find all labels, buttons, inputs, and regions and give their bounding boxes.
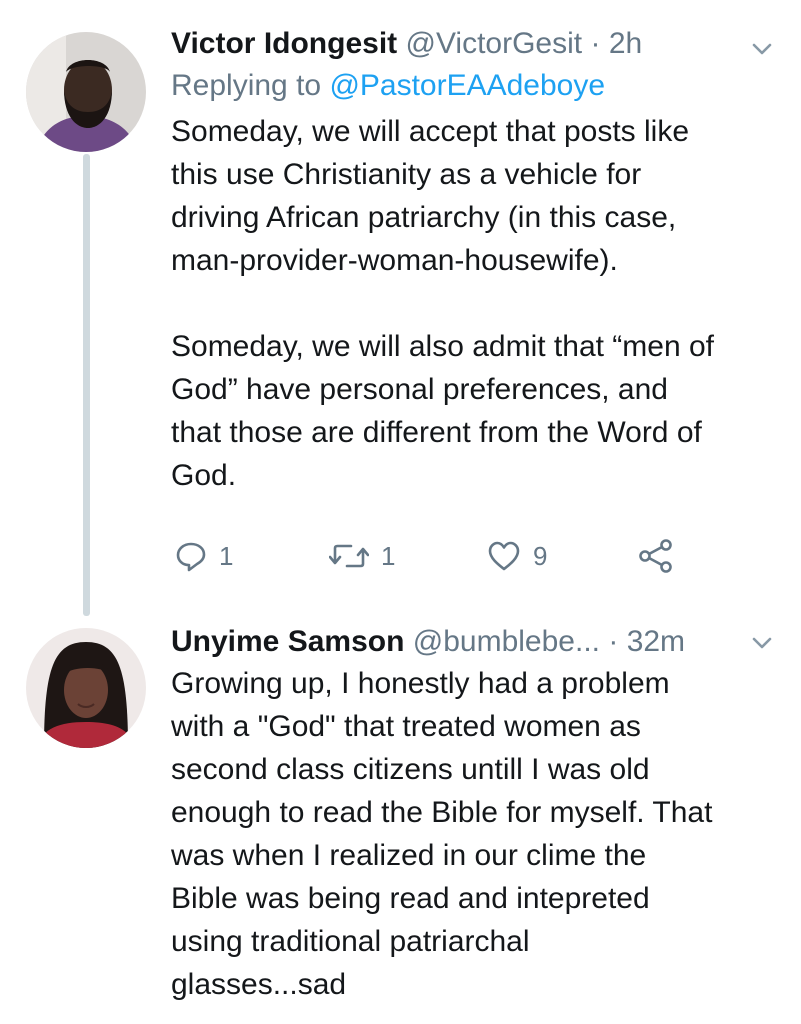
tweet-header: Victor Idongesit @VictorGesit · 2h — [171, 26, 791, 62]
separator-dot: · — [608, 625, 619, 658]
tweet[interactable]: Victor Idongesit @VictorGesit · 2h Reply… — [0, 0, 801, 620]
tweet-text: Someday, we will accept that posts like … — [171, 115, 715, 492]
chevron-down-icon[interactable] — [751, 632, 773, 654]
user-handle[interactable]: @VictorGesit — [406, 27, 583, 60]
tweet-header: Unyime Samson @bumblebe... · 32m — [171, 624, 791, 660]
share-button[interactable] — [638, 536, 674, 576]
reply-count: 1 — [219, 540, 234, 571]
separator-dot: · — [590, 27, 601, 60]
like-count: 9 — [533, 540, 548, 571]
replying-to-mention[interactable]: @PastorEAAdeboye — [329, 69, 605, 102]
tweet-actions: 1 1 9 — [171, 536, 791, 576]
display-name[interactable]: Victor Idongesit — [171, 27, 397, 60]
user-handle[interactable]: @bumblebe... — [413, 625, 600, 658]
retweet-count: 1 — [381, 540, 396, 571]
avatar-image — [26, 628, 146, 748]
replying-to: Replying to @PastorEAAdeboye — [171, 68, 791, 104]
avatar[interactable] — [26, 32, 146, 152]
timestamp[interactable]: 2h — [609, 27, 642, 60]
replying-prefix: Replying to — [171, 69, 330, 102]
retweet-button[interactable]: 1 — [329, 536, 395, 576]
timestamp[interactable]: 32m — [627, 625, 685, 658]
share-icon — [638, 539, 674, 573]
chevron-down-icon[interactable] — [751, 38, 773, 60]
reply-icon — [175, 540, 207, 572]
avatar[interactable] — [26, 628, 146, 748]
heart-icon — [487, 540, 521, 572]
tweet[interactable]: Unyime Samson @bumblebe... · 32m Growing… — [0, 620, 801, 1024]
avatar-image — [26, 32, 146, 152]
like-button[interactable]: 9 — [487, 536, 547, 576]
retweet-icon — [329, 540, 369, 572]
tweet-text: Growing up, I honestly had a problem wit… — [171, 667, 713, 1001]
thread-line — [83, 154, 90, 616]
display-name[interactable]: Unyime Samson — [171, 625, 404, 658]
reply-button[interactable]: 1 — [175, 536, 233, 576]
